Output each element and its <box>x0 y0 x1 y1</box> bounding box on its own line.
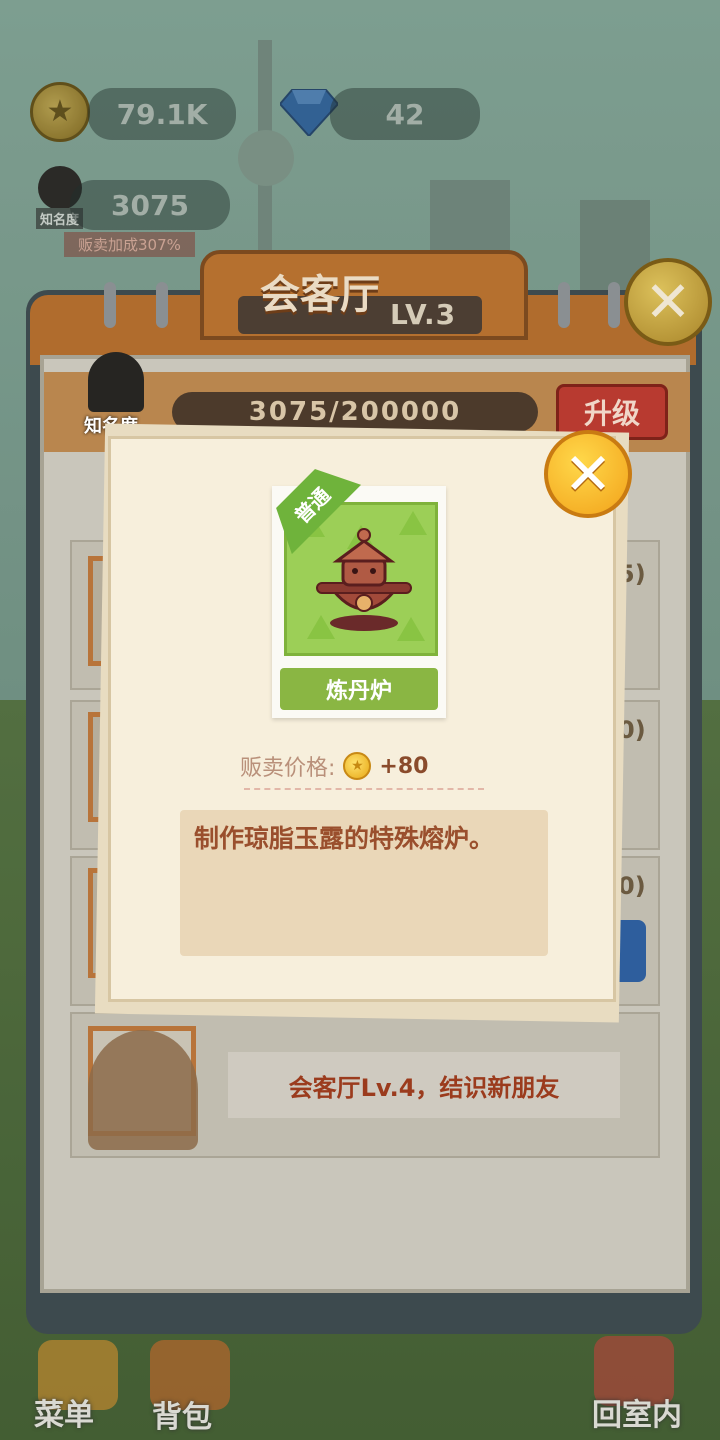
bag-button[interactable]: 背包 <box>152 1392 212 1436</box>
silhouette-icon <box>88 1030 198 1150</box>
price-value: +80 <box>379 753 429 779</box>
binder-ring <box>104 282 116 328</box>
price-row: 贩卖价格: ★ +80 <box>240 750 480 782</box>
close-popup-button[interactable]: ✕ <box>544 430 632 518</box>
close-icon: ✕ <box>563 440 613 508</box>
return-indoor-button[interactable]: 回室内 <box>592 1390 682 1434</box>
binder-ring <box>558 282 570 328</box>
close-icon: ✕ <box>644 269 692 335</box>
binder-ring <box>156 282 168 328</box>
divider <box>244 788 484 790</box>
coin-icon: ★ <box>343 752 372 780</box>
alchemy-furnace-icon <box>316 528 412 631</box>
menu-button[interactable]: 菜单 <box>34 1390 94 1434</box>
close-hall-button[interactable]: ✕ <box>624 258 712 346</box>
price-label: 贩卖价格: <box>240 756 336 781</box>
friend-count: 0) <box>618 872 646 900</box>
fame-avatar <box>88 352 144 412</box>
item-description: 制作琼脂玉露的特殊熔炉。 <box>194 824 495 853</box>
locked-hint: 会客厅Lv.4，结识新朋友 <box>228 1052 620 1118</box>
hall-level: LV.3 <box>390 298 457 331</box>
hall-title: 会客厅 <box>260 272 380 318</box>
binder-ring <box>608 282 620 328</box>
item-name: 炼丹炉 <box>280 668 438 710</box>
